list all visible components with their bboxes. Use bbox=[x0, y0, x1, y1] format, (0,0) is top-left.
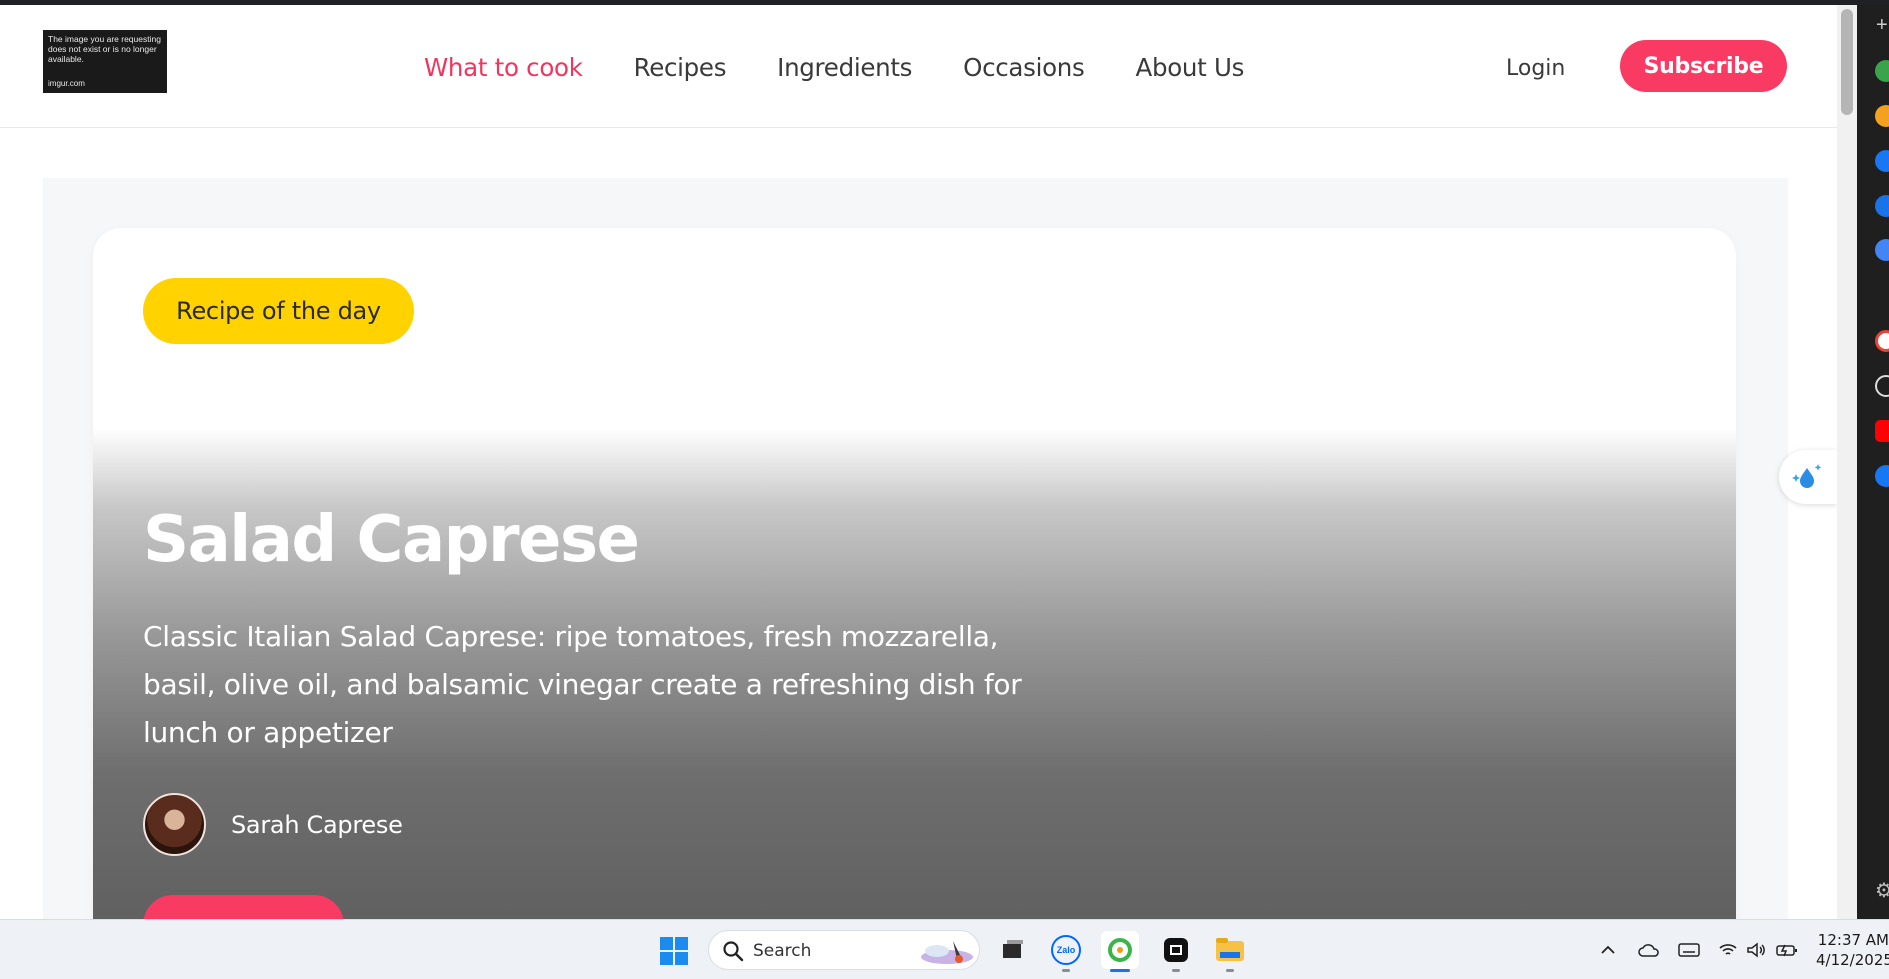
cloud-icon[interactable] bbox=[1638, 942, 1660, 958]
logo-caption: imgur.com bbox=[48, 79, 85, 88]
nav-occasions[interactable]: Occasions bbox=[963, 53, 1085, 93]
wifi-icon[interactable] bbox=[1718, 942, 1738, 958]
chatgpt-icon[interactable] bbox=[1875, 375, 1889, 397]
browser-sidebar: + ⚙ bbox=[1857, 5, 1889, 919]
recipe-card[interactable]: Recipe of the day Salad Caprese Classic … bbox=[93, 228, 1736, 919]
recipe-of-day-badge: Recipe of the day bbox=[143, 278, 414, 344]
file-explorer-icon[interactable] bbox=[1211, 931, 1249, 969]
settings-icon[interactable]: ⚙ bbox=[1875, 881, 1889, 901]
search-icon bbox=[723, 941, 744, 962]
page-scrollbar[interactable] bbox=[1837, 5, 1857, 919]
google-icon[interactable] bbox=[1875, 330, 1889, 352]
taskbar-clock[interactable]: 12:37 AM 4/12/2025 bbox=[1816, 930, 1889, 970]
youtube-icon[interactable] bbox=[1875, 420, 1889, 442]
nav-what-to-cook[interactable]: What to cook bbox=[424, 53, 583, 93]
author-name: Sarah Caprese bbox=[231, 810, 403, 839]
explorer-running-indicator bbox=[1226, 969, 1234, 972]
windows-taskbar: Search Zalo 12:37 AM 4/12/2025 bbox=[0, 919, 1889, 979]
clock-date: 4/12/2025 bbox=[1816, 951, 1889, 969]
chevron-up-icon[interactable] bbox=[1600, 942, 1616, 958]
zalo-icon[interactable]: Zalo bbox=[1047, 931, 1085, 969]
search-placeholder: Search bbox=[753, 941, 812, 961]
recipe-title[interactable]: Salad Caprese bbox=[143, 503, 640, 577]
main-nav: What to cook Recipes Ingredients Occasio… bbox=[424, 53, 1295, 93]
taskbar-search[interactable]: Search bbox=[708, 930, 980, 970]
capcut-running-indicator bbox=[1172, 969, 1180, 972]
site-logo[interactable]: The image you are requesting does not ex… bbox=[43, 30, 167, 93]
messenger-icon[interactable] bbox=[1875, 150, 1889, 172]
recipe-description: Classic Italian Salad Caprese: ripe toma… bbox=[143, 620, 1022, 749]
water-drop-sparkle-icon bbox=[1792, 464, 1822, 488]
capcut-icon[interactable] bbox=[1157, 931, 1195, 969]
task-view-icon[interactable] bbox=[993, 931, 1031, 969]
view-recipe-button[interactable] bbox=[143, 895, 344, 919]
plus-icon[interactable]: + bbox=[1876, 15, 1888, 35]
scrollbar-thumb[interactable] bbox=[1841, 9, 1853, 115]
subscribe-button[interactable]: Subscribe bbox=[1620, 40, 1787, 92]
hero-section: Recipe of the day Salad Caprese Classic … bbox=[43, 178, 1788, 919]
translate-icon[interactable] bbox=[1875, 239, 1889, 261]
clock-time: 12:37 AM bbox=[1817, 931, 1889, 949]
keyboard-icon[interactable] bbox=[1678, 942, 1700, 958]
battery-icon[interactable] bbox=[1776, 942, 1798, 958]
app-icon-orange[interactable] bbox=[1875, 105, 1889, 127]
login-link[interactable]: Login bbox=[1506, 56, 1565, 81]
app-icon-green[interactable] bbox=[1875, 60, 1889, 82]
coccoc-browser-icon[interactable] bbox=[1101, 931, 1139, 969]
webpage: The image you are requesting does not ex… bbox=[0, 5, 1837, 919]
nav-ingredients[interactable]: Ingredients bbox=[777, 53, 912, 93]
coccoc-active-indicator bbox=[1110, 969, 1130, 972]
start-icon[interactable] bbox=[659, 936, 689, 966]
author-avatar bbox=[143, 793, 206, 856]
search-highlight-icon bbox=[921, 941, 973, 964]
zalo-side-icon[interactable] bbox=[1875, 195, 1889, 217]
site-header: The image you are requesting does not ex… bbox=[0, 5, 1837, 128]
recipe-author[interactable]: Sarah Caprese bbox=[143, 793, 403, 856]
logo-text: The image you are requesting does not ex… bbox=[48, 34, 161, 64]
zalo-running-indicator bbox=[1062, 969, 1070, 972]
nav-about-us[interactable]: About Us bbox=[1136, 53, 1245, 93]
nav-recipes[interactable]: Recipes bbox=[634, 53, 727, 93]
floating-assistant-button[interactable] bbox=[1779, 450, 1837, 504]
volume-icon[interactable] bbox=[1746, 942, 1766, 958]
facebook-icon[interactable] bbox=[1875, 465, 1889, 487]
